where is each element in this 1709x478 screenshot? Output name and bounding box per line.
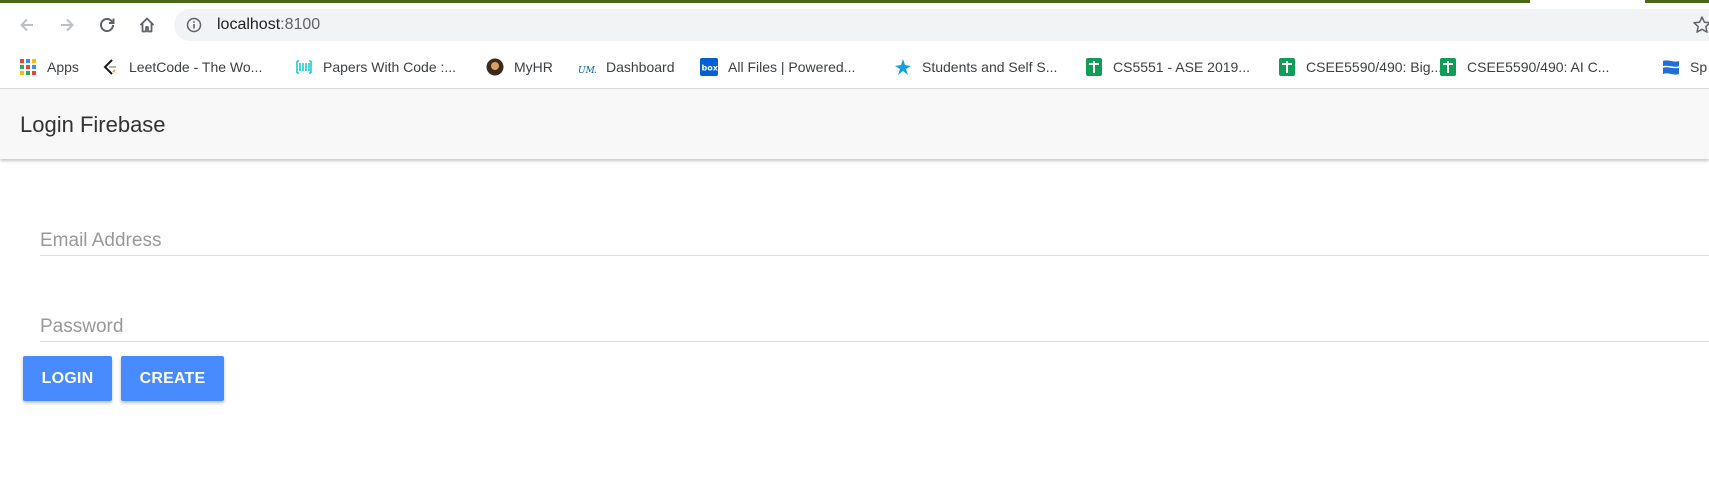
url-host: localhost <box>217 16 281 33</box>
bookmark-students[interactable]: Students and Self S... <box>894 56 1057 78</box>
bookmark-box[interactable]: box All Files | Powered... <box>700 56 855 78</box>
bookmark-cs5551[interactable]: CS5551 - ASE 2019... <box>1085 56 1250 78</box>
browser-toolbar: localhost:8100 <box>0 3 1709 47</box>
reload-icon <box>100 18 115 32</box>
bookmark-apps[interactable]: Apps <box>19 56 79 78</box>
reload-button[interactable] <box>93 11 121 39</box>
bookmark-csee-ai[interactable]: CSEE5590/490: AI C... <box>1439 56 1609 78</box>
sheets-icon <box>1279 58 1295 76</box>
bookmark-label: Dashboard <box>606 59 675 75</box>
svg-text:box: box <box>702 64 719 73</box>
paperswithcode-icon <box>296 60 312 74</box>
arrow-right-icon <box>61 18 74 32</box>
bookmark-dashboard[interactable]: UMKC Dashboard <box>578 56 675 78</box>
address-url[interactable]: localhost:8100 <box>217 16 320 34</box>
bookmark-csee-big[interactable]: CSEE5590/490: Big... <box>1278 56 1442 78</box>
address-bar[interactable]: localhost:8100 <box>174 9 1709 41</box>
bookmark-label: Students and Self S... <box>922 59 1058 75</box>
bookmark-leetcode[interactable]: LeetCode - The Wo... <box>101 56 262 78</box>
bookmark-label: All Files | Powered... <box>728 59 856 75</box>
email-input[interactable] <box>40 227 1709 255</box>
bookmarks-bar: Apps LeetCode - The Wo... Papers With Co… <box>0 47 1709 89</box>
svg-text:UMKC: UMKC <box>578 66 596 76</box>
umkc-icon: UMKC <box>578 66 596 76</box>
flag-icon <box>1662 60 1680 75</box>
arrow-left-icon <box>20 18 33 32</box>
home-button[interactable] <box>133 11 161 39</box>
create-button[interactable]: CREATE <box>121 356 224 401</box>
info-icon[interactable] <box>186 17 202 33</box>
bookmark-label: Papers With Code :... <box>323 59 457 75</box>
bookmark-myhr[interactable]: MyHR <box>486 56 553 78</box>
bookmark-label: MyHR <box>514 59 553 75</box>
box-icon: box <box>700 58 718 76</box>
star-burst-icon <box>895 59 911 75</box>
sheets-icon <box>1440 58 1456 76</box>
bookmark-label: Sp <box>1690 59 1708 75</box>
leetcode-icon <box>103 59 116 75</box>
password-field[interactable] <box>40 313 1709 342</box>
bookmark-label: CSEE5590/490: Big... <box>1306 59 1443 75</box>
bookmark-paperswithcode[interactable]: Papers With Code :... <box>295 56 456 78</box>
login-button[interactable]: LOGIN <box>23 356 112 401</box>
bookmark-label: CS5551 - ASE 2019... <box>1113 59 1250 75</box>
forward-button[interactable] <box>53 11 81 39</box>
bookmark-label: CSEE5590/490: AI C... <box>1467 59 1610 75</box>
email-field[interactable] <box>40 227 1709 256</box>
bookmark-sp[interactable]: Sp <box>1662 56 1707 78</box>
app-header: Login Firebase <box>0 89 1709 159</box>
url-port: :8100 <box>280 16 321 33</box>
back-button[interactable] <box>13 11 41 39</box>
password-input[interactable] <box>40 313 1709 341</box>
bookmark-label: Apps <box>47 59 79 75</box>
home-icon <box>139 17 155 33</box>
page-title: Login Firebase <box>20 112 166 137</box>
sheets-icon <box>1086 58 1102 76</box>
apps-grid-icon <box>20 59 36 75</box>
bookmark-label: LeetCode - The Wo... <box>129 59 263 75</box>
bookmark-star-icon[interactable] <box>1692 15 1709 35</box>
myhr-icon <box>486 58 504 76</box>
